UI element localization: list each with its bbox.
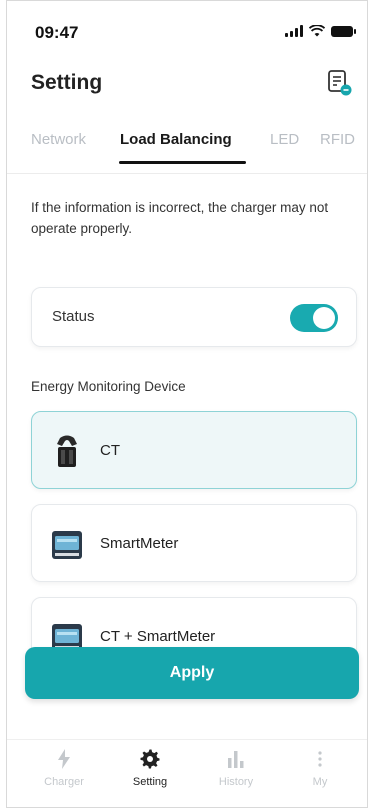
status-bar: 09:47 [7,19,367,45]
nav-item-charger[interactable]: Charger [29,748,99,788]
toggle-knob [313,307,335,329]
bottom-nav: Charger Setting History My [7,739,367,800]
device-option-smartmeter[interactable]: SmartMeter [31,504,357,582]
status-toggle[interactable] [290,304,338,332]
page-title: Setting [31,71,103,94]
nav-label: Setting [132,776,168,788]
nav-item-my[interactable]: My [285,748,355,788]
nav-label: Charger [44,776,84,788]
document-settings-button[interactable] [327,69,353,97]
status-card: Status [31,287,357,347]
tab-network[interactable]: Network [31,131,86,148]
tab-led[interactable]: LED [270,131,299,148]
system-icons [285,25,356,37]
ct-clamp-icon [57,435,77,467]
device-label: SmartMeter [100,535,179,552]
app-screen: 09:47 Setting Network Load Balancing LED… [6,0,368,808]
apply-button[interactable]: Apply [25,647,359,699]
status-label: Status [52,308,95,325]
nav-label: My [312,776,328,788]
document-settings-icon [328,70,352,96]
tab-bar: Network Load Balancing LED RFID [7,127,367,167]
warning-notice: If the information is incorrect, the cha… [31,200,329,236]
smart-meter-icon [52,531,82,559]
nav-item-setting[interactable]: Setting [115,748,185,788]
header: Setting [7,67,367,101]
battery-icon [331,25,356,37]
status-time: 09:47 [35,23,79,42]
section-label-energy-device: Energy Monitoring Device [31,379,186,394]
device-option-ct[interactable]: CT [31,411,357,489]
active-tab-indicator [119,161,246,164]
lightning-icon [58,749,70,769]
tab-load-balancing[interactable]: Load Balancing [120,131,232,148]
tabs-divider [7,173,367,174]
bar-chart-icon [228,751,244,768]
gear-icon [140,749,160,769]
more-vertical-icon [318,751,322,767]
device-label: CT [100,442,120,459]
nav-item-history[interactable]: History [201,748,271,788]
wifi-icon [309,25,325,37]
signal-icon [285,25,303,37]
nav-label: History [218,776,254,788]
device-label: CT + SmartMeter [100,628,216,645]
tab-rfid[interactable]: RFID [320,131,355,148]
